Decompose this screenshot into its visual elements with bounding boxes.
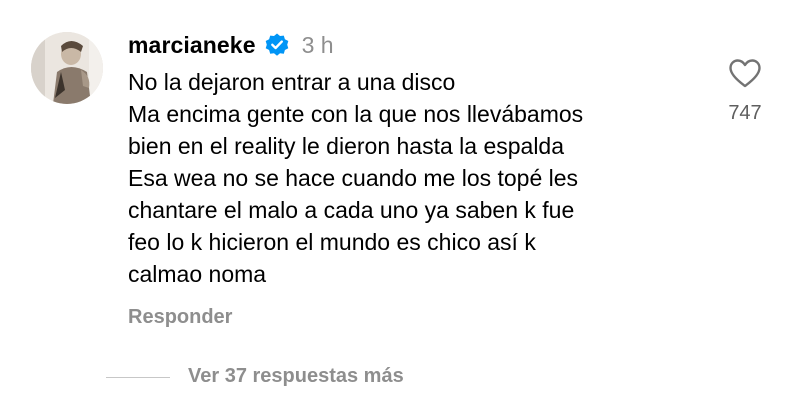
- comment-line: feo lo k hicieron el mundo es chico así …: [128, 229, 536, 255]
- verified-badge-icon: [264, 32, 290, 58]
- heart-icon: [729, 59, 761, 88]
- username[interactable]: marcianeke: [128, 32, 256, 59]
- comment-line: Ma encima gente con la que nos llevábamo…: [128, 101, 584, 127]
- replies-divider: [106, 377, 170, 378]
- view-more-replies-button[interactable]: Ver 37 respuestas más: [188, 365, 404, 388]
- comment-text: No la dejaron entrar a una disco Ma enci…: [128, 66, 698, 290]
- reply-button[interactable]: Responder: [128, 306, 232, 329]
- avatar[interactable]: [31, 32, 103, 104]
- comment: marcianeke 3 h No la dejaron entrar a un…: [0, 0, 800, 416]
- like-button[interactable]: [728, 58, 762, 88]
- comment-header: marcianeke 3 h: [128, 28, 334, 62]
- comment-line: calmao noma: [128, 261, 267, 287]
- comment-line: Esa wea no se hace cuando me los topé le…: [128, 165, 579, 191]
- comment-line: chantare el malo a cada uno ya saben k f…: [128, 197, 575, 223]
- comment-line: No la dejaron entrar a una disco: [128, 69, 456, 95]
- comment-line: bien en el reality le dieron hasta la es…: [128, 133, 565, 159]
- like-count: 747: [728, 102, 762, 124]
- comment-timestamp: 3 h: [301, 31, 334, 58]
